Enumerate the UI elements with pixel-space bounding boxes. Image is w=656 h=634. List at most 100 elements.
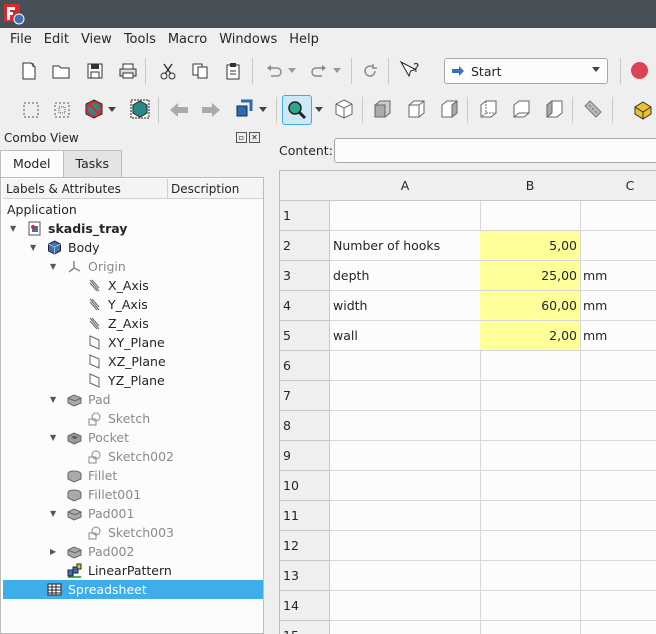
cell-empty[interactable] bbox=[480, 591, 581, 621]
menu-edit[interactable]: Edit bbox=[38, 28, 75, 52]
draw-style-icon[interactable] bbox=[81, 96, 107, 122]
cell-empty[interactable] bbox=[330, 531, 481, 561]
chevron-down-icon[interactable]: ▼ bbox=[50, 504, 56, 523]
column-header-b[interactable]: B bbox=[480, 171, 581, 201]
column-header-a[interactable]: A bbox=[330, 171, 481, 201]
column-description[interactable]: Description bbox=[168, 179, 263, 198]
row-header[interactable]: 15 bbox=[280, 621, 330, 634]
cell-empty[interactable] bbox=[330, 471, 481, 501]
select-box-element-icon[interactable] bbox=[49, 97, 75, 123]
chevron-down-icon[interactable] bbox=[257, 97, 269, 123]
refresh-icon[interactable] bbox=[357, 58, 383, 84]
tree-item-fillet[interactable]: Fillet bbox=[3, 466, 263, 485]
cell-c5[interactable]: mm bbox=[580, 321, 656, 351]
cell-empty[interactable] bbox=[330, 351, 481, 381]
redo-icon[interactable] bbox=[306, 58, 332, 84]
tree-item-sketch002[interactable]: Sketch002 bbox=[3, 447, 263, 466]
menu-help[interactable]: Help bbox=[283, 28, 325, 52]
cell-a4[interactable]: width bbox=[330, 291, 481, 321]
cut-icon[interactable] bbox=[155, 58, 181, 84]
tree-item-xz-plane[interactable]: XZ_Plane bbox=[3, 352, 263, 371]
cell-b3[interactable]: 25,00 bbox=[480, 261, 581, 291]
tree-item-z-axis[interactable]: Z_Axis bbox=[3, 314, 263, 333]
cell-empty[interactable] bbox=[580, 531, 656, 561]
cell-empty[interactable] bbox=[480, 471, 581, 501]
chevron-down-icon[interactable]: ▼ bbox=[50, 428, 56, 447]
record-macro-icon[interactable] bbox=[631, 62, 648, 79]
cell-empty[interactable] bbox=[580, 411, 656, 441]
view-left-icon[interactable] bbox=[541, 96, 567, 122]
chevron-right-icon[interactable]: ▶ bbox=[50, 542, 56, 561]
row-header[interactable]: 2 bbox=[280, 231, 330, 261]
tree-item-sketch[interactable]: Sketch bbox=[3, 409, 263, 428]
row-header[interactable]: 7 bbox=[280, 381, 330, 411]
cell-empty[interactable] bbox=[480, 531, 581, 561]
undo-icon[interactable] bbox=[261, 58, 287, 84]
cell-empty[interactable] bbox=[480, 501, 581, 531]
chevron-down-icon[interactable] bbox=[313, 97, 325, 123]
menu-windows[interactable]: Windows bbox=[213, 28, 283, 52]
cell-a2[interactable]: Number of hooks bbox=[330, 231, 481, 261]
forward-icon[interactable] bbox=[198, 97, 224, 123]
cell-a5[interactable]: wall bbox=[330, 321, 481, 351]
tree-item-linearpattern[interactable]: LinearPattern bbox=[3, 561, 263, 580]
cell-b5[interactable]: 2,00 bbox=[480, 321, 581, 351]
row-header[interactable]: 14 bbox=[280, 591, 330, 621]
cell-empty[interactable] bbox=[580, 441, 656, 471]
new-file-icon[interactable] bbox=[16, 58, 42, 84]
cell-b2[interactable]: 5,00 bbox=[480, 231, 581, 261]
measure-distance-icon[interactable] bbox=[580, 96, 606, 122]
cell-empty[interactable] bbox=[580, 591, 656, 621]
row-header[interactable]: 10 bbox=[280, 471, 330, 501]
open-file-icon[interactable] bbox=[48, 58, 74, 84]
print-icon[interactable] bbox=[115, 58, 141, 84]
back-icon[interactable] bbox=[166, 97, 192, 123]
copy-icon[interactable] bbox=[187, 58, 213, 84]
view-front-icon[interactable] bbox=[369, 96, 395, 122]
bounding-box-icon[interactable] bbox=[127, 96, 153, 122]
chevron-down-icon[interactable]: ▼ bbox=[10, 219, 16, 238]
chevron-down-icon[interactable]: ▼ bbox=[50, 390, 56, 409]
cell-empty[interactable] bbox=[480, 381, 581, 411]
cell-empty[interactable] bbox=[330, 201, 481, 231]
tree-item-fillet001[interactable]: Fillet001 bbox=[3, 485, 263, 504]
tree-item-xy-plane[interactable]: XY_Plane bbox=[3, 333, 263, 352]
send-to-python-icon[interactable] bbox=[231, 96, 257, 122]
cell-empty[interactable] bbox=[480, 621, 581, 634]
cell-c3[interactable]: mm bbox=[580, 261, 656, 291]
cell-empty[interactable] bbox=[480, 561, 581, 591]
paste-icon[interactable] bbox=[220, 58, 246, 84]
cell-empty[interactable] bbox=[330, 561, 481, 591]
cell-empty[interactable] bbox=[580, 471, 656, 501]
cell-empty[interactable] bbox=[580, 501, 656, 531]
view-rear-icon[interactable] bbox=[475, 96, 501, 122]
row-header[interactable]: 9 bbox=[280, 441, 330, 471]
cell-empty[interactable] bbox=[580, 201, 656, 231]
content-input[interactable] bbox=[334, 138, 656, 163]
workbench-select[interactable]: Start bbox=[444, 58, 608, 84]
menu-tools[interactable]: Tools bbox=[118, 28, 162, 52]
fit-all-icon[interactable] bbox=[282, 95, 312, 125]
tree-item-yz-plane[interactable]: YZ_Plane bbox=[3, 371, 263, 390]
row-header[interactable]: 13 bbox=[280, 561, 330, 591]
chevron-down-icon[interactable] bbox=[331, 58, 343, 84]
row-header[interactable]: 5 bbox=[280, 321, 330, 351]
view-top-icon[interactable] bbox=[403, 96, 429, 122]
row-header[interactable]: 4 bbox=[280, 291, 330, 321]
menu-file[interactable]: File bbox=[4, 28, 38, 52]
menu-view[interactable]: View bbox=[75, 28, 118, 52]
cell-empty[interactable] bbox=[330, 411, 481, 441]
cell-empty[interactable] bbox=[330, 621, 481, 634]
cell-empty[interactable] bbox=[480, 351, 581, 381]
view-right-icon[interactable] bbox=[436, 96, 462, 122]
cell-c4[interactable]: mm bbox=[580, 291, 656, 321]
create-part-icon[interactable] bbox=[630, 96, 656, 122]
tree-item-x-axis[interactable]: X_Axis bbox=[3, 276, 263, 295]
float-icon[interactable]: ▫ bbox=[236, 132, 247, 143]
cell-empty[interactable] bbox=[480, 201, 581, 231]
cell-empty[interactable] bbox=[330, 591, 481, 621]
cell-empty[interactable] bbox=[580, 561, 656, 591]
tree-item-pocket[interactable]: ▼ Pocket bbox=[3, 428, 263, 447]
cell-empty[interactable] bbox=[480, 411, 581, 441]
tab-model[interactable]: Model bbox=[0, 150, 64, 178]
